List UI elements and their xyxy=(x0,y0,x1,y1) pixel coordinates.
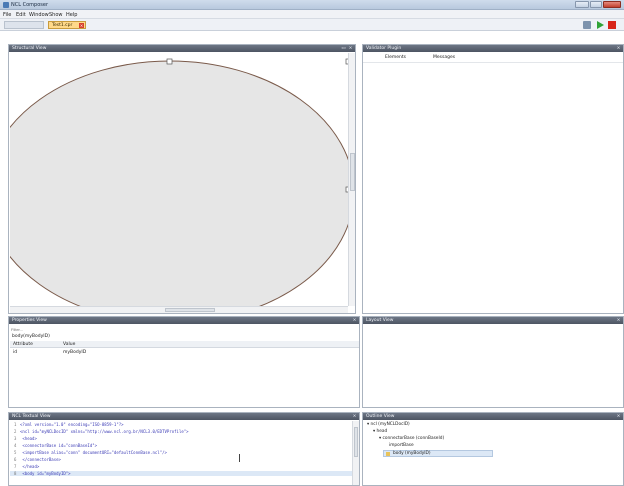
menu-file[interactable]: File xyxy=(3,12,11,18)
window-title: NCL Composer xyxy=(11,2,48,8)
outline-close-icon[interactable]: × xyxy=(616,414,621,419)
menu-bar: File Edit Window Show Help xyxy=(0,10,624,19)
textual-close-icon[interactable]: × xyxy=(352,414,357,419)
menu-window[interactable]: Window xyxy=(29,12,49,18)
resize-handle-top[interactable] xyxy=(166,58,173,65)
body-node-ellipse[interactable] xyxy=(9,60,355,313)
structural-horizontal-scrollbar[interactable] xyxy=(10,306,348,313)
validator-title: Validator Plugin xyxy=(366,46,402,51)
validator-close-icon[interactable]: × xyxy=(616,46,621,51)
structural-view-title: Structural View xyxy=(12,46,47,51)
close-window-button[interactable] xyxy=(603,1,621,8)
outline-item-head[interactable]: ▾ head xyxy=(373,429,387,434)
outline-item-body-selected[interactable]: body (myBodyID) xyxy=(383,450,493,457)
menu-help[interactable]: Help xyxy=(66,12,77,18)
validator-header: Validator Plugin × xyxy=(363,45,623,52)
structural-view-panel: Structural View ▭ × xyxy=(8,44,356,314)
tab-toolbar-row: Test1.cpr × xyxy=(0,19,624,31)
properties-close-icon[interactable]: × xyxy=(352,318,357,323)
outline-item-ncl[interactable]: ▾ ncl (myNCLDocID) xyxy=(367,422,410,427)
code-line: 2 <ncl id="myNCLDocID" xmlns="http://www.… xyxy=(14,429,189,434)
tab-project[interactable]: Test1.cpr × xyxy=(48,21,86,29)
validator-header-divider xyxy=(363,62,623,63)
code-line: 1 <?xml version="1.0" encoding="ISO-8859-… xyxy=(14,422,124,427)
property-value[interactable]: myBodyID xyxy=(63,350,86,355)
table-row[interactable]: id myBodyID xyxy=(10,349,359,356)
stop-icon[interactable] xyxy=(608,21,616,29)
run-icon[interactable] xyxy=(597,21,604,29)
close-tab-icon[interactable]: × xyxy=(79,23,84,28)
layout-title: Layout View xyxy=(366,318,394,323)
minimize-button[interactable] xyxy=(575,1,589,8)
properties-selected-element: body(myBodyID) xyxy=(12,334,50,339)
properties-filter-input[interactable] xyxy=(11,326,357,333)
outline-title: Outline View xyxy=(366,414,395,419)
layout-close-icon[interactable]: × xyxy=(616,318,621,323)
properties-title: Properties View xyxy=(12,318,47,323)
settings-icon[interactable] xyxy=(583,21,591,29)
textual-vertical-scrollbar[interactable] xyxy=(352,421,359,485)
code-line: 3 <head> xyxy=(14,436,37,441)
code-line-current: 8 <body id="myBodyID"> xyxy=(10,471,352,476)
code-editor[interactable]: 1 <?xml version="1.0" encoding="ISO-8859-… xyxy=(10,421,352,485)
code-line: 7 </head> xyxy=(14,464,40,469)
menu-show[interactable]: Show xyxy=(49,12,63,18)
code-line: 4 <connectorBase id="connBaseId"> xyxy=(14,443,98,448)
code-line: 5 <importBase alias="conn" documentURI="… xyxy=(14,450,167,455)
restore-icon[interactable]: ▭ xyxy=(341,46,346,51)
structural-vscroll-thumb[interactable] xyxy=(350,153,355,191)
body-node-icon xyxy=(386,452,390,456)
properties-table-header: Attribute Value xyxy=(10,341,359,348)
outline-header: Outline View × xyxy=(363,413,623,420)
properties-header: Properties View × xyxy=(9,317,359,324)
textual-vscroll-thumb[interactable] xyxy=(354,427,358,457)
close-panel-icon[interactable]: × xyxy=(348,46,353,51)
app-icon xyxy=(3,2,9,8)
structural-canvas[interactable] xyxy=(9,53,355,313)
outline-item-connectorbase[interactable]: ▾ connectorBase (connBaseId) xyxy=(379,436,444,441)
textual-panel: NCL Textual View × 1 <?xml version="1.0" … xyxy=(8,412,360,486)
properties-panel: Properties View × body(myBodyID) Attribu… xyxy=(8,316,360,408)
maximize-button[interactable] xyxy=(590,1,602,8)
validator-col-messages[interactable]: Messages xyxy=(433,55,455,60)
textual-header: NCL Textual View × xyxy=(9,413,359,420)
validator-col-elements[interactable]: Elements xyxy=(385,55,406,60)
properties-col-value[interactable]: Value xyxy=(63,342,75,347)
outline-item-body-label: body (myBodyID) xyxy=(393,451,431,456)
structural-vertical-scrollbar[interactable] xyxy=(348,53,355,306)
structural-hscroll-thumb[interactable] xyxy=(165,308,215,312)
outline-item-importbase[interactable]: importBase xyxy=(389,443,414,448)
text-cursor xyxy=(239,454,240,462)
menu-edit[interactable]: Edit xyxy=(16,12,26,18)
outline-panel: Outline View × ▾ ncl (myNCLDocID) ▾ head… xyxy=(362,412,624,486)
layout-panel: Layout View × xyxy=(362,316,624,408)
validator-panel: Validator Plugin × Elements Messages xyxy=(362,44,624,314)
title-bar: NCL Composer xyxy=(0,0,624,10)
property-attribute: id xyxy=(13,350,18,355)
code-line: 6 </connectorBase> xyxy=(14,457,61,462)
textual-title: NCL Textual View xyxy=(12,414,51,419)
structural-svg xyxy=(9,58,355,313)
properties-col-attribute[interactable]: Attribute xyxy=(13,342,33,347)
layout-header: Layout View × xyxy=(363,317,623,324)
structural-view-header: Structural View ▭ × xyxy=(9,45,355,52)
tab-welcome[interactable] xyxy=(4,21,44,29)
tab-project-label: Test1.cpr xyxy=(52,23,73,28)
